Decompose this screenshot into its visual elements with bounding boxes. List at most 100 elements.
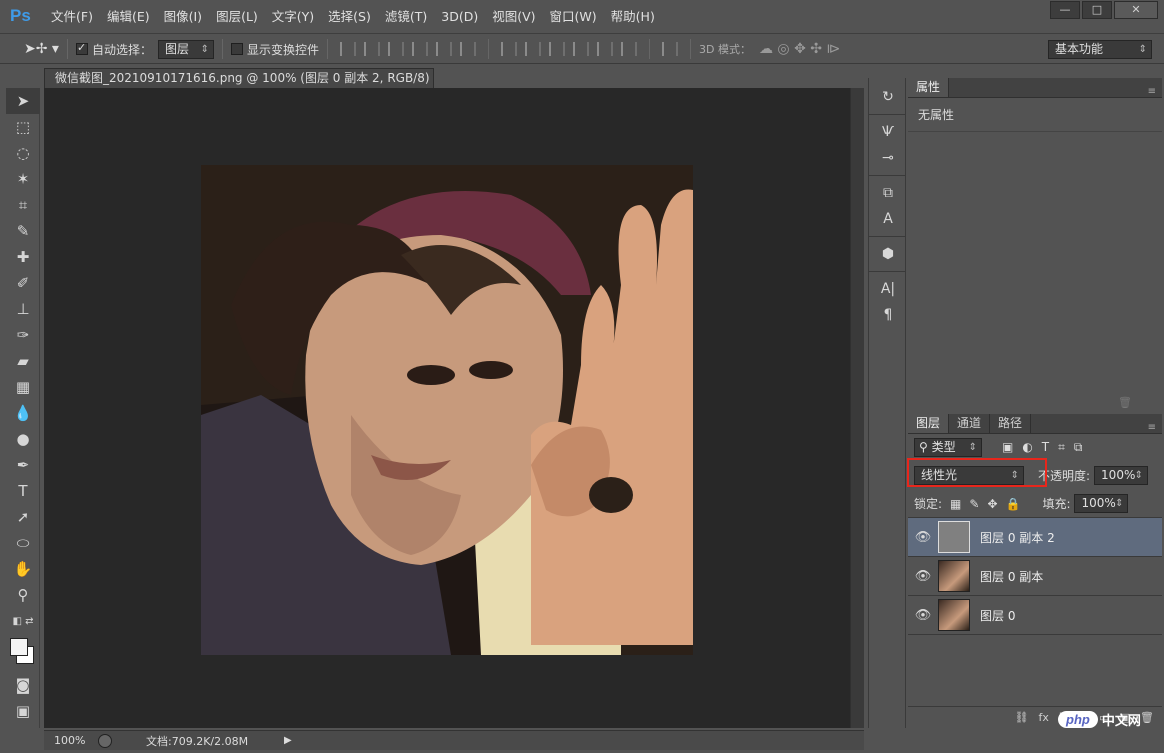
magic-wand-icon[interactable]: ✶ bbox=[6, 166, 40, 192]
layer-row[interactable]: 👁 图层 0 副本 2 bbox=[908, 518, 1162, 557]
gradient-tool-icon[interactable]: ▦ bbox=[6, 374, 40, 400]
hand-tool-icon[interactable]: ✋ bbox=[6, 556, 40, 582]
distribute-bottom-icon[interactable] bbox=[548, 42, 565, 56]
distribute-left-icon[interactable] bbox=[572, 42, 589, 56]
menu-3d[interactable]: 3D(D) bbox=[434, 0, 485, 34]
document-tab[interactable]: 微信截图_20210910171616.png @ 100% (图层 0 副本 … bbox=[44, 68, 434, 88]
3d-orbit-icon[interactable]: ☁ ◎ ✥ ✣ ⧐ bbox=[759, 41, 840, 57]
menu-select[interactable]: 选择(S) bbox=[321, 0, 378, 34]
tab-properties[interactable]: 属性 bbox=[908, 78, 950, 97]
align-hcenter-icon[interactable] bbox=[435, 42, 452, 56]
character-icon[interactable]: A| bbox=[869, 276, 907, 302]
menu-file[interactable]: 文件(F) bbox=[44, 0, 100, 34]
menu-edit[interactable]: 编辑(E) bbox=[100, 0, 157, 34]
status-bar: 100% 文档:709.2K/2.08M ▶ bbox=[44, 730, 864, 750]
visibility-eye-icon[interactable]: 👁 bbox=[908, 569, 938, 584]
menu-filter[interactable]: 滤镜(T) bbox=[378, 0, 434, 34]
marquee-tool-icon[interactable]: ⬚ bbox=[6, 114, 40, 140]
tab-channels[interactable]: 通道 bbox=[949, 414, 991, 433]
paragraph-icon[interactable]: ¶ bbox=[869, 302, 907, 328]
screen-mode-icon[interactable]: ▣ bbox=[6, 698, 40, 724]
blur-tool-icon[interactable]: 💧 bbox=[6, 400, 40, 426]
eraser-icon[interactable]: ▰ bbox=[6, 348, 40, 374]
tab-layers[interactable]: 图层 bbox=[908, 414, 950, 433]
properties-content: 无属性 bbox=[908, 98, 1162, 132]
3d-panel-icon[interactable]: ⬢ bbox=[869, 241, 907, 267]
history-brush-icon[interactable]: ✑ bbox=[6, 322, 40, 348]
distribute-vcenter-icon[interactable] bbox=[524, 42, 541, 56]
path-selection-icon[interactable]: ➚ bbox=[6, 504, 40, 530]
layer-thumbnail bbox=[938, 599, 970, 631]
zoom-level[interactable]: 100% bbox=[54, 734, 98, 747]
layer-name: 图层 0 副本 bbox=[980, 569, 1044, 584]
fx-icon[interactable]: fx bbox=[1039, 711, 1049, 724]
align-vcenter-icon[interactable] bbox=[363, 42, 380, 56]
layer-row[interactable]: 👁 图层 0 bbox=[908, 596, 1162, 635]
pen-tool-icon[interactable]: ✒ bbox=[6, 452, 40, 478]
brush-presets-icon[interactable]: Ѱ bbox=[869, 119, 907, 145]
menu-type[interactable]: 文字(Y) bbox=[265, 0, 321, 34]
visibility-eye-icon[interactable]: 👁 bbox=[908, 608, 938, 623]
link-icon[interactable]: ⛓ bbox=[1015, 711, 1029, 724]
menu-layer[interactable]: 图层(L) bbox=[209, 0, 265, 34]
minimize-button[interactable]: — bbox=[1050, 1, 1080, 19]
align-right-icon[interactable] bbox=[459, 42, 476, 56]
show-transform-checkbox[interactable] bbox=[230, 43, 243, 55]
move-tool-icon[interactable]: ➤✢ ▾ bbox=[24, 41, 59, 57]
character-styles-icon[interactable]: A bbox=[869, 206, 907, 232]
visibility-eye-icon[interactable]: 👁 bbox=[908, 530, 938, 545]
distribute-right-icon[interactable] bbox=[620, 42, 637, 56]
maximize-button[interactable]: □ bbox=[1082, 1, 1112, 19]
properties-trash-icon[interactable]: 🗑 bbox=[1118, 396, 1132, 409]
auto-select-dropdown[interactable]: 图层 bbox=[157, 39, 214, 59]
tab-paths[interactable]: 路径 bbox=[990, 414, 1032, 433]
document-canvas-image[interactable] bbox=[201, 165, 693, 655]
menu-view[interactable]: 视图(V) bbox=[485, 0, 542, 34]
filter-icons[interactable]: ▣◐T⌗⧉ bbox=[1002, 440, 1091, 455]
document-tab-title: 微信截图_20210910171616.png @ 100% (图层 0 副本 … bbox=[55, 71, 434, 85]
menu-window[interactable]: 窗口(W) bbox=[543, 0, 604, 34]
watermark-suffix: 中文网 bbox=[1101, 713, 1141, 728]
workspace-dropdown[interactable]: 基本功能 bbox=[1048, 39, 1152, 59]
history-icon[interactable]: ↻ bbox=[869, 84, 907, 110]
distribute-hcenter-icon[interactable] bbox=[596, 42, 613, 56]
zoom-tool-icon[interactable]: ⚲ bbox=[6, 582, 40, 608]
distribute-top-icon[interactable] bbox=[500, 42, 517, 56]
align-left-icon[interactable] bbox=[411, 42, 428, 56]
auto-select-checkbox[interactable] bbox=[75, 41, 88, 55]
healing-brush-icon[interactable]: ✚ bbox=[6, 244, 40, 270]
brush-settings-icon[interactable]: ⊸ bbox=[869, 145, 907, 171]
swap-colors-icon[interactable]: ◧ ⇄ bbox=[6, 608, 40, 634]
panel-menu-icon[interactable]: ≡ bbox=[1148, 86, 1156, 97]
auto-align-icon[interactable] bbox=[661, 42, 678, 56]
close-button[interactable]: ✕ bbox=[1114, 1, 1158, 19]
main-menu: 文件(F) 编辑(E) 图像(I) 图层(L) 文字(Y) 选择(S) 滤镜(T… bbox=[44, 0, 662, 34]
layer-filter-dropdown[interactable]: ⚲ 类型 bbox=[914, 437, 982, 457]
menu-help[interactable]: 帮助(H) bbox=[604, 0, 662, 34]
trash-icon[interactable]: 🗑 bbox=[1140, 711, 1154, 724]
crop-tool-icon[interactable]: ⌗ bbox=[6, 192, 40, 218]
status-menu-arrow[interactable]: ▶ bbox=[284, 735, 292, 746]
dodge-tool-icon[interactable]: ● bbox=[6, 426, 40, 452]
lasso-tool-icon[interactable]: ◌ bbox=[6, 140, 40, 166]
vertical-scrollbar[interactable] bbox=[850, 88, 864, 728]
quick-mask-icon[interactable]: ◙ bbox=[6, 672, 40, 698]
move-tool-icon[interactable]: ➤ bbox=[6, 88, 40, 114]
layer-row[interactable]: 👁 图层 0 副本 bbox=[908, 557, 1162, 596]
eyedropper-icon[interactable]: ✎ bbox=[6, 218, 40, 244]
opacity-field[interactable]: 100% bbox=[1094, 465, 1149, 485]
color-swatches[interactable] bbox=[6, 634, 40, 672]
type-tool-icon[interactable]: T bbox=[6, 478, 40, 504]
brush-tool-icon[interactable]: ✐ bbox=[6, 270, 40, 296]
clone-source-icon[interactable]: ⧉ bbox=[869, 180, 907, 206]
ellipse-tool-icon[interactable]: ⬭ bbox=[6, 530, 40, 556]
properties-panel: 属性 ≡ 无属性 🗑 bbox=[908, 78, 1162, 412]
menu-image[interactable]: 图像(I) bbox=[157, 0, 209, 34]
align-top-icon[interactable] bbox=[339, 42, 356, 56]
align-bottom-icon[interactable] bbox=[387, 42, 404, 56]
panel-menu-icon[interactable]: ≡ bbox=[1148, 422, 1156, 433]
clone-stamp-icon[interactable]: ⊥ bbox=[6, 296, 40, 322]
fill-field[interactable]: 100% bbox=[1074, 494, 1129, 513]
status-info-icon[interactable] bbox=[98, 733, 112, 748]
lock-icons[interactable]: ▦✎✥🔒 bbox=[950, 497, 1028, 511]
